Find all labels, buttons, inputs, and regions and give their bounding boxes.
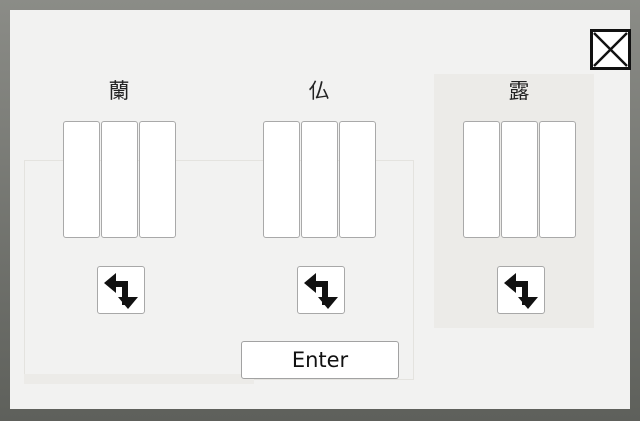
swap-arrows-icon (504, 273, 538, 309)
swap-button[interactable] (97, 266, 145, 314)
slot-3[interactable] (139, 121, 176, 238)
slot-1[interactable] (463, 121, 500, 238)
slot-group (263, 121, 379, 239)
character-label: 露 (508, 79, 530, 103)
slot-3[interactable] (339, 121, 376, 238)
character-label: 蘭 (108, 79, 130, 103)
swap-button[interactable] (497, 266, 545, 314)
close-box-icon (593, 32, 628, 67)
slot-3[interactable] (539, 121, 576, 238)
slot-group (463, 121, 579, 239)
slot-2[interactable] (301, 121, 338, 238)
enter-button[interactable]: Enter (241, 341, 399, 379)
swap-arrows-icon (304, 273, 338, 309)
character-label: 仏 (308, 79, 330, 103)
swap-arrows-icon (104, 273, 138, 309)
slot-1[interactable] (263, 121, 300, 238)
slot-2[interactable] (101, 121, 138, 238)
swap-button[interactable] (297, 266, 345, 314)
background-strip (24, 374, 254, 384)
slot-group (63, 121, 179, 239)
close-button[interactable] (590, 29, 631, 70)
slot-2[interactable] (501, 121, 538, 238)
slot-1[interactable] (63, 121, 100, 238)
puzzle-dialog: 蘭 仏 露 Enter (10, 10, 631, 409)
